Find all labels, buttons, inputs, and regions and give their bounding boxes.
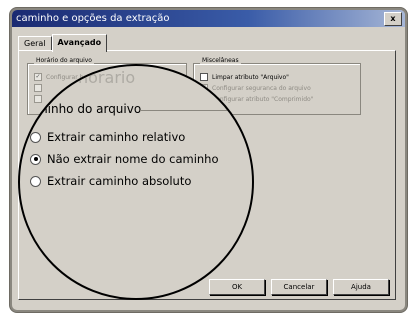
checkbox-limpar-atributo-arquivo[interactable]: Limpar atributo "Arquivo" bbox=[200, 73, 289, 81]
radio-label: Extrair caminho absoluto bbox=[47, 174, 192, 188]
close-button[interactable]: x bbox=[384, 12, 402, 26]
checkbox-label: Configurar atributo "Comprimido" bbox=[212, 95, 314, 103]
close-icon: x bbox=[390, 14, 396, 23]
checkbox-configurar-seguranca[interactable]: ✓ Configurar seguranca do arquivo bbox=[200, 84, 311, 92]
checkbox-icon bbox=[200, 73, 208, 81]
dialog-title: caminho e opções da extração bbox=[16, 13, 170, 24]
checkbox-label: Configurar seguranca do arquivo bbox=[212, 84, 311, 92]
tab-geral[interactable]: Geral bbox=[18, 36, 52, 51]
cancel-button[interactable]: Cancelar bbox=[271, 279, 327, 295]
radio-icon bbox=[30, 131, 41, 143]
horario-group-label: Horário do arquivo bbox=[34, 57, 94, 64]
checkbox-label: Limpar atributo "Arquivo" bbox=[212, 73, 289, 81]
radio-label: Extrair caminho relativo bbox=[47, 130, 186, 144]
radio-icon bbox=[30, 175, 41, 187]
dialog-button-row: OK Cancelar Ajuda bbox=[209, 279, 389, 295]
help-button[interactable]: Ajuda bbox=[333, 279, 389, 295]
radio-selected-icon bbox=[30, 153, 41, 165]
radio-extrair-caminho-absoluto[interactable]: Extrair caminho absoluto bbox=[30, 174, 191, 188]
group-divider-line bbox=[140, 110, 252, 111]
radio-nao-extrair-nome-caminho[interactable]: Não extrair nome do caminho bbox=[30, 152, 219, 166]
radio-label: Não extrair nome do caminho bbox=[47, 152, 219, 166]
tab-avancado[interactable]: Avançado bbox=[51, 34, 108, 52]
tab-strip: Geral Avançado bbox=[18, 34, 108, 52]
miscelaneas-group-label: Miscelâneas bbox=[200, 57, 241, 64]
caminho-group-label: caminho do arquivo bbox=[22, 102, 142, 116]
photo-frame: caminho e opções da extração x Geral Ava… bbox=[0, 0, 412, 314]
dialog-titlebar[interactable]: caminho e opções da extração x bbox=[12, 10, 405, 27]
checkbox-checked-icon: ✓ bbox=[34, 73, 42, 81]
magnified-ghost-text: horario bbox=[78, 68, 136, 87]
checkbox-horario-2[interactable] bbox=[34, 84, 46, 92]
radio-extrair-caminho-relativo[interactable]: Extrair caminho relativo bbox=[30, 130, 185, 144]
magnifier-lens: horario caminho do arquivo Extrair camin… bbox=[18, 64, 254, 300]
ok-button[interactable]: OK bbox=[209, 279, 265, 295]
checkbox-icon bbox=[34, 84, 42, 92]
